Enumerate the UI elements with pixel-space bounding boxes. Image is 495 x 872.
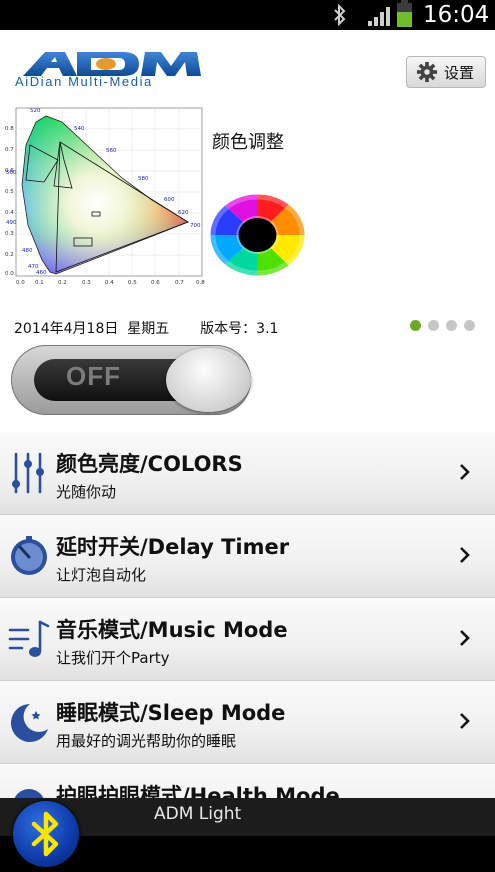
svg-text:0.2: 0.2 — [5, 252, 14, 258]
weekday-text: 星期五 — [127, 321, 170, 337]
mode-list: 颜色亮度/COLORS 光随你动 延时开关/Delay Timer 让灯泡自动化… — [0, 432, 495, 847]
svg-text:0.8: 0.8 — [196, 280, 205, 286]
svg-text:0.4: 0.4 — [5, 210, 14, 216]
svg-text:700: 700 — [190, 223, 201, 229]
info-line: 2014年4月18日 星期五 版本号：3.1 — [14, 318, 278, 338]
svg-text:480: 480 — [22, 248, 33, 254]
chevron-right-icon — [460, 630, 470, 646]
svg-text:0.6: 0.6 — [151, 280, 160, 286]
svg-text:0.1: 0.1 — [35, 280, 44, 286]
chevron-right-icon — [460, 547, 470, 563]
chevron-right-icon — [460, 713, 470, 729]
svg-text:560: 560 — [106, 148, 117, 154]
svg-text:460: 460 — [36, 270, 47, 276]
clock: 16:04 — [423, 2, 490, 28]
menu-item-title: 颜色亮度/COLORS — [56, 452, 243, 476]
menu-item-title: 睡眠模式/Sleep Mode — [56, 701, 286, 725]
svg-text:0.0: 0.0 — [16, 280, 25, 286]
logo-tagline: AiDian Multi-Media — [15, 74, 153, 89]
svg-text:0.6: 0.6 — [5, 168, 14, 174]
bluetooth-connect-button[interactable] — [13, 801, 79, 867]
menu-item-subtitle: 让我们开个Party — [56, 649, 170, 667]
svg-text:0.7: 0.7 — [5, 147, 14, 153]
bluetooth-status-icon — [334, 4, 346, 26]
bluetooth-icon — [31, 811, 59, 857]
svg-text:0.4: 0.4 — [105, 280, 114, 286]
menu-item-subtitle: 光随你动 — [56, 483, 117, 501]
color-adjust-title: 颜色调整 — [212, 132, 284, 153]
sliders-icon — [12, 452, 44, 494]
adm-logo-mark — [23, 52, 201, 76]
signal-icon — [368, 7, 390, 26]
page-indicator[interactable] — [410, 320, 475, 331]
date-text: 2014年4月18日 — [14, 321, 119, 337]
music-icon — [8, 620, 50, 657]
battery-icon — [397, 0, 412, 27]
version-text: 版本号：3.1 — [200, 321, 279, 337]
color-wheel[interactable] — [210, 194, 305, 276]
svg-text:540: 540 — [74, 126, 85, 132]
page-dot-3[interactable] — [446, 320, 457, 331]
svg-text:0.2: 0.2 — [58, 280, 67, 286]
cie-chromaticity-diagram[interactable]: 520540560 580600620 700500490 480470460 … — [2, 100, 207, 290]
menu-item-subtitle: 用最好的调光帮助你的睡眠 — [56, 732, 237, 750]
svg-text:0.5: 0.5 — [5, 189, 14, 195]
page-dot-2[interactable] — [428, 320, 439, 331]
menu-item-title: 延时开关/Delay Timer — [56, 535, 290, 559]
toggle-knob[interactable] — [166, 348, 251, 412]
svg-text:0.5: 0.5 — [128, 280, 137, 286]
svg-text:600: 600 — [164, 197, 175, 203]
svg-text:0.3: 0.3 — [5, 231, 14, 237]
gear-icon — [416, 61, 438, 83]
svg-text:620: 620 — [178, 210, 189, 216]
menu-item-sleep-mode[interactable]: 睡眠模式/Sleep Mode 用最好的调光帮助你的睡眠 — [0, 681, 495, 764]
page-dot-1[interactable] — [410, 320, 421, 331]
menu-item-music-mode[interactable]: 音乐模式/Music Mode 让我们开个Party — [0, 598, 495, 681]
timer-icon — [11, 536, 47, 575]
menu-item-title: 音乐模式/Music Mode — [56, 618, 288, 642]
svg-text:0.0: 0.0 — [5, 271, 14, 277]
svg-text:0.8: 0.8 — [5, 126, 14, 132]
page-dot-4[interactable] — [464, 320, 475, 331]
power-toggle[interactable]: OFF — [11, 345, 251, 415]
app-title: ADM Light — [154, 804, 242, 824]
status-bar: 16:04 — [0, 0, 495, 30]
svg-text:0.7: 0.7 — [175, 280, 184, 286]
menu-item-subtitle: 让灯泡自动化 — [56, 566, 147, 584]
svg-text:490: 490 — [6, 220, 17, 226]
settings-button[interactable]: 设置 — [406, 56, 486, 88]
moon-icon — [10, 704, 48, 742]
svg-text:520: 520 — [30, 108, 41, 114]
menu-item-delay-timer[interactable]: 延时开关/Delay Timer 让灯泡自动化 — [0, 515, 495, 598]
chevron-right-icon — [460, 464, 470, 480]
svg-text:0.3: 0.3 — [82, 280, 91, 286]
svg-text:580: 580 — [138, 176, 149, 182]
toggle-state-label: OFF — [66, 361, 121, 391]
adm-logo: AiDian Multi-Media — [15, 50, 205, 90]
menu-item-colors[interactable]: 颜色亮度/COLORS 光随你动 — [0, 432, 495, 515]
settings-label: 设置 — [444, 63, 475, 82]
